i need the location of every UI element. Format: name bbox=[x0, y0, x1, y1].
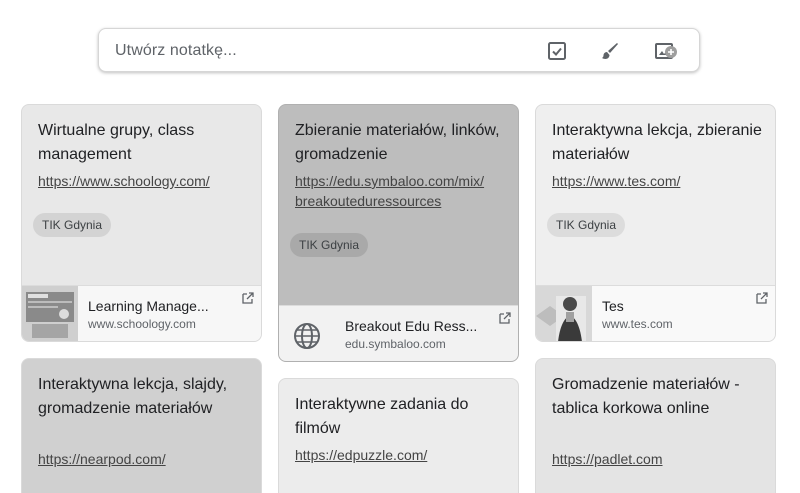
note-card[interactable]: Interaktywna lekcja, slajdy, gromadzenie… bbox=[21, 358, 262, 493]
note-title: Interaktywna lekcja, zbieranie materiałó… bbox=[552, 122, 762, 163]
link-preview[interactable]: Tes www.tes.com bbox=[536, 285, 775, 341]
note-title: Interaktywna lekcja, slajdy, gromadzenie… bbox=[38, 376, 228, 417]
brush-icon[interactable] bbox=[598, 39, 622, 63]
note-title: Wirtualne grupy, class management bbox=[38, 122, 195, 163]
link-preview[interactable]: Learning Manage... www.schoology.com bbox=[22, 285, 261, 341]
link-preview[interactable]: Breakout Edu Ress... edu.symbaloo.com bbox=[279, 305, 518, 361]
link-thumbnail bbox=[279, 306, 335, 361]
note-card[interactable]: Zbieranie materiałów, linków, gromadzeni… bbox=[278, 104, 519, 362]
link-title: Breakout Edu Ress... bbox=[345, 318, 478, 334]
open-external-icon[interactable] bbox=[755, 291, 769, 305]
note-url-link[interactable]: https://nearpod.com/ bbox=[38, 449, 253, 469]
link-title: Tes bbox=[602, 298, 624, 314]
open-external-icon[interactable] bbox=[241, 291, 255, 305]
take-note-bar[interactable]: Utwórz notatkę... bbox=[98, 28, 700, 72]
note-card[interactable]: Gromadzenie materiałów - tablica korkowa… bbox=[535, 358, 776, 493]
note-url-link[interactable]: https://www.tes.com/ bbox=[552, 171, 767, 191]
note-url-link[interactable]: https://www.schoology.com/ bbox=[38, 171, 253, 191]
note-url-line: breakoutedu­ressources bbox=[295, 193, 442, 209]
image-icon[interactable] bbox=[654, 39, 678, 63]
label-chip[interactable]: TIK Gdynia bbox=[547, 213, 626, 237]
note-url-line: https://edu.symbaloo.com/mix/ bbox=[295, 173, 485, 189]
link-domain: www.schoology.com bbox=[88, 317, 196, 331]
note-title: Interaktywne zadania do filmów bbox=[295, 396, 469, 437]
label-chip[interactable]: TIK Gdynia bbox=[290, 233, 369, 257]
label-chip[interactable]: TIK Gdynia bbox=[33, 213, 112, 237]
note-url-link[interactable]: https://edu.symbaloo.com/mix/ breakouted… bbox=[295, 171, 510, 211]
link-domain: edu.symbaloo.com bbox=[345, 337, 446, 351]
checkbox-icon[interactable] bbox=[545, 39, 569, 63]
note-url-link[interactable]: https://padlet.com bbox=[552, 449, 767, 469]
note-title: Gromadzenie materiałów - tablica korkowa… bbox=[552, 376, 740, 417]
take-note-placeholder[interactable]: Utwórz notatkę... bbox=[115, 42, 237, 60]
link-title: Learning Manage... bbox=[88, 298, 209, 314]
note-card[interactable]: Wirtualne grupy, class management https:… bbox=[21, 104, 262, 342]
note-title: Zbieranie materiałów, linków, gromadzeni… bbox=[295, 122, 500, 163]
open-external-icon[interactable] bbox=[498, 311, 512, 325]
note-card[interactable]: Interaktywna lekcja, zbieranie materiałó… bbox=[535, 104, 776, 342]
link-thumbnail bbox=[22, 286, 78, 341]
link-thumbnail bbox=[536, 286, 592, 341]
note-card[interactable]: Interaktywne zadania do filmów https://e… bbox=[278, 378, 519, 493]
link-domain: www.tes.com bbox=[602, 317, 673, 331]
note-url-link[interactable]: https://edpuzzle.com/ bbox=[295, 445, 510, 465]
